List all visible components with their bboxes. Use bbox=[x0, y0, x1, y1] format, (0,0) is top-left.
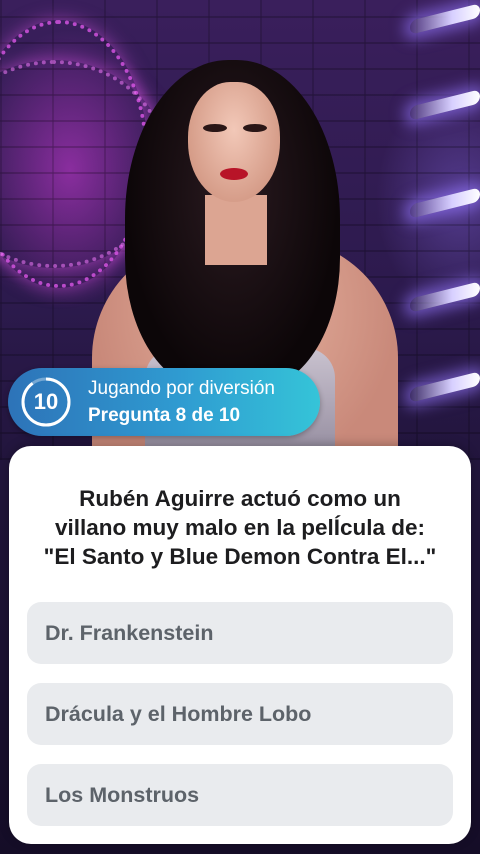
game-mode-label: Jugando por diversión bbox=[88, 378, 275, 399]
question-progress: Pregunta 8 de 10 bbox=[88, 405, 241, 426]
answer-option-2[interactable]: Drácula y el Hombre Lobo bbox=[27, 683, 453, 745]
host-eye bbox=[203, 124, 227, 132]
answer-option-3[interactable]: Los Monstruos bbox=[27, 764, 453, 826]
host-neck bbox=[205, 195, 267, 265]
question-line: "El Santo y Blue Demon Contra El..." bbox=[43, 544, 437, 569]
answer-option-1[interactable]: Dr. Frankenstein bbox=[27, 602, 453, 664]
host-lips bbox=[220, 168, 248, 180]
question-line: villano muy malo en la pelÍcula de: bbox=[54, 515, 426, 540]
host-face bbox=[188, 82, 280, 202]
countdown-timer: 10 bbox=[20, 376, 72, 428]
host-eye bbox=[243, 124, 267, 132]
timer-value: 10 bbox=[33, 389, 59, 414]
question-text: Rubén Aguirre actuó como un villano muy … bbox=[30, 484, 450, 571]
question-line: Rubén Aguirre actuó como un bbox=[79, 486, 401, 511]
